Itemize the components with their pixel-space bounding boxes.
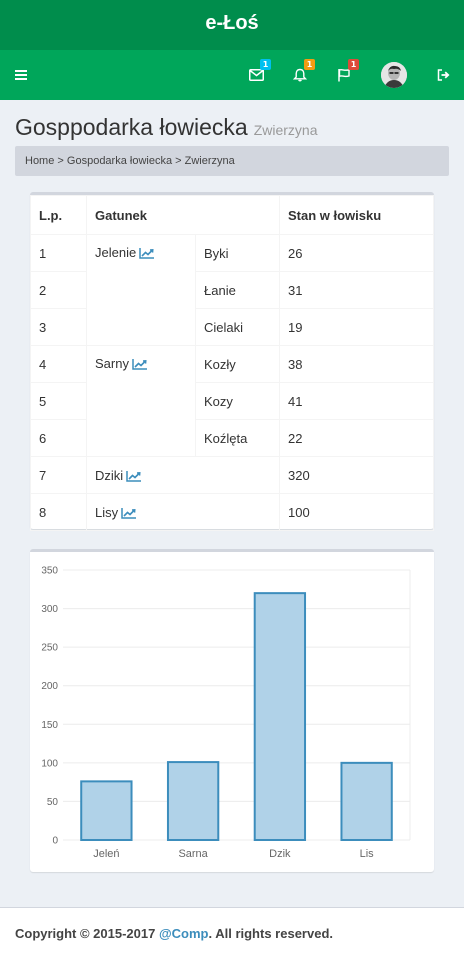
app-logo[interactable]: e-Łoś xyxy=(0,0,464,50)
cell-lp: 1 xyxy=(30,234,87,272)
breadcrumb-home-link[interactable]: Home xyxy=(25,155,54,167)
line-chart-icon[interactable] xyxy=(121,507,137,519)
top-navbar: 1 1 1 xyxy=(0,50,464,100)
cell-sub: Byki xyxy=(195,234,280,272)
breadcrumb-current: Zwierzyna xyxy=(184,155,235,167)
footer-rights: . All rights reserved. xyxy=(208,926,333,941)
cell-sub: Kozły xyxy=(195,345,280,383)
wildlife-table: L.p. Gatunek Stan w łowisku 1 Jelenie By… xyxy=(30,195,434,531)
group-label: Jelenie xyxy=(95,245,137,260)
table-row: 1 Jelenie Byki 26 xyxy=(30,234,434,346)
tasks-count-badge: 1 xyxy=(348,59,359,70)
sign-out-button[interactable] xyxy=(430,50,456,100)
chart-bar xyxy=(253,592,307,842)
cell-stan: 31 xyxy=(279,271,434,309)
cell-stan: 100 xyxy=(279,493,434,531)
x-tick-label: Dzik xyxy=(269,848,291,860)
group-label: Sarny xyxy=(95,356,129,371)
sidebar-toggle-button[interactable] xyxy=(8,50,34,100)
cell-stan: 26 xyxy=(279,234,434,272)
flag-icon xyxy=(338,68,350,82)
line-chart-icon[interactable] xyxy=(132,358,148,370)
sign-out-icon xyxy=(437,69,450,81)
y-tick-label: 250 xyxy=(41,643,58,654)
cell-lp: 3 xyxy=(30,308,87,346)
table-row: 7 Dziki 320 xyxy=(30,456,434,494)
messages-button[interactable]: 1 xyxy=(243,50,271,100)
column-header-gatunek: Gatunek xyxy=(86,195,280,235)
population-chart-box: 0 50 100 150 200 250 300 350 Jeleń Sarna Dzik Lis xyxy=(30,549,434,872)
cell-lp: 6 xyxy=(30,419,87,457)
cell-sub: Cielaki xyxy=(195,308,280,346)
y-tick-label: 100 xyxy=(41,758,58,769)
cell-stan: 19 xyxy=(279,308,434,346)
user-menu-button[interactable] xyxy=(380,50,408,100)
notifications-button[interactable]: 1 xyxy=(287,50,315,100)
y-tick-label: 50 xyxy=(47,797,59,808)
footer-copyright: Copyright © 2015-2017 xyxy=(15,926,159,941)
cell-lp: 8 xyxy=(30,493,87,531)
y-tick-label: 300 xyxy=(41,604,58,615)
cell-sub: Koźlęta xyxy=(195,419,280,457)
breadcrumb-separator: > xyxy=(57,155,64,167)
user-avatar xyxy=(381,62,407,88)
breadcrumb: Home > Gospodarka łowiecka > Zwierzyna xyxy=(15,146,449,176)
chart-bar xyxy=(80,780,133,841)
y-tick-label: 350 xyxy=(41,566,58,577)
line-chart-icon[interactable] xyxy=(126,470,142,482)
table-row: 4 Sarny Kozły 38 xyxy=(30,345,434,457)
table-row: 8 Lisy 100 xyxy=(30,493,434,531)
cell-stan: 38 xyxy=(279,345,434,383)
cell-stan: 320 xyxy=(279,456,434,494)
table-header-row: L.p. Gatunek Stan w łowisku xyxy=(30,195,434,235)
cell-lp: 7 xyxy=(30,456,87,494)
x-tick-label: Sarna xyxy=(178,848,208,860)
tasks-button[interactable]: 1 xyxy=(331,50,359,100)
x-tick-label: Jeleń xyxy=(93,848,119,860)
column-header-lp: L.p. xyxy=(30,195,87,235)
menu-icon xyxy=(15,70,27,80)
notifications-count-badge: 1 xyxy=(304,59,315,70)
cell-stan: 41 xyxy=(279,382,434,420)
page-subtitle: Zwierzyna xyxy=(253,122,318,138)
footer-company-link[interactable]: @Comp xyxy=(159,926,209,941)
y-tick-label: 200 xyxy=(41,681,58,692)
cell-group-lisy: Lisy xyxy=(86,493,280,531)
cell-stan: 22 xyxy=(279,419,434,457)
cell-lp: 4 xyxy=(30,345,87,383)
cell-sub: Łanie xyxy=(195,271,280,309)
breadcrumb-separator: > xyxy=(175,155,182,167)
envelope-icon xyxy=(248,69,264,81)
breadcrumb-section-link[interactable]: Gospodarka łowiecka xyxy=(67,155,172,167)
column-header-stan: Stan w łowisku xyxy=(279,195,434,235)
cell-lp: 5 xyxy=(30,382,87,420)
footer: Copyright © 2015-2017 @Comp. All rights … xyxy=(0,907,464,958)
y-tick-label: 0 xyxy=(52,836,58,847)
y-tick-label: 150 xyxy=(41,720,58,731)
population-bar-chart: 0 50 100 150 200 250 300 350 Jeleń Sarna Dzik Lis xyxy=(41,566,411,860)
line-chart-icon[interactable] xyxy=(139,247,155,259)
cell-group-dziki: Dziki xyxy=(86,456,280,494)
chart-bar xyxy=(166,761,220,841)
cell-lp: 2 xyxy=(30,271,87,309)
group-label: Lisy xyxy=(95,504,119,520)
page-header: Gosppodarka łowiecka Zwierzyna xyxy=(15,114,317,141)
x-tick-label: Lis xyxy=(360,848,375,860)
cell-group-jelenie: Jelenie xyxy=(86,234,196,346)
wildlife-table-box: L.p. Gatunek Stan w łowisku 1 Jelenie By… xyxy=(30,192,434,531)
bell-icon xyxy=(293,68,307,82)
chart-bar xyxy=(340,761,393,842)
cell-group-sarny: Sarny xyxy=(86,345,196,457)
group-label: Dziki xyxy=(95,467,124,483)
cell-sub: Kozy xyxy=(195,382,280,420)
page-title: Gosppodarka łowiecka xyxy=(15,114,248,140)
messages-count-badge: 1 xyxy=(260,59,271,70)
